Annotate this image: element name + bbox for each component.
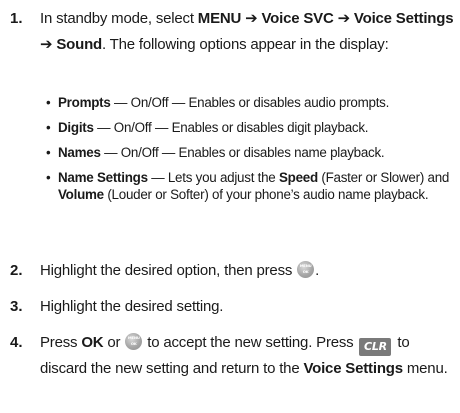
step-number: 1. xyxy=(10,10,23,27)
arrow-glyph: ➔ xyxy=(40,36,57,53)
list-item: • Prompts — On/Off — Enables or disables … xyxy=(46,94,456,111)
ok-term: OK xyxy=(81,334,104,351)
step-number: 4. xyxy=(10,334,23,351)
voice-settings-term: Voice Settings xyxy=(303,360,403,377)
option-term: Names xyxy=(58,145,101,160)
option-list: • Prompts — On/Off — Enables or disables … xyxy=(46,94,456,211)
option-description: (Louder or Softer) of your phone’s audio… xyxy=(103,187,429,202)
period: . xyxy=(315,262,320,279)
text-segment: or xyxy=(103,334,125,351)
step-number: 2. xyxy=(10,262,23,279)
text-segment: Press xyxy=(40,334,82,351)
voice-settings-term: Voice Settings xyxy=(353,10,454,27)
bullet-glyph: • xyxy=(46,170,51,185)
option-term: Name Settings xyxy=(58,170,148,185)
text-segment: menu. xyxy=(402,360,448,377)
option-term: Digits xyxy=(58,120,94,135)
bullet-glyph: • xyxy=(46,120,51,135)
step-number: 3. xyxy=(10,298,23,315)
menu-ok-key-icon: MENU OK xyxy=(125,333,143,350)
text-segment: . The following options appear in the di… xyxy=(102,36,389,53)
menu-term: MENU xyxy=(197,10,242,27)
clr-key-icon: CLR xyxy=(359,338,392,356)
step-text: In standby mode, select MENU ➔ Voice SVC… xyxy=(40,6,454,58)
volume-term: Volume xyxy=(58,187,104,202)
text-segment: Highlight the desired option, then press xyxy=(40,262,297,279)
voice-svc-term: Voice SVC xyxy=(261,10,334,27)
step-text: Highlight the desired option, then press… xyxy=(40,258,454,284)
sound-term: Sound xyxy=(56,36,102,53)
list-item: • Names — On/Off — Enables or disables na… xyxy=(46,144,456,161)
text-segment: to accept the new setting. Press xyxy=(143,334,358,351)
speed-term: Speed xyxy=(278,170,318,185)
option-description: — On/Off — Enables or disables digit pla… xyxy=(93,120,369,135)
list-item: • Name Settings — Lets you adjust the Spe… xyxy=(46,169,456,203)
menu-ok-key-icon: MENU OK xyxy=(297,261,315,278)
option-description: — On/Off — Enables or disables audio pro… xyxy=(110,95,390,110)
arrow-glyph: ➔ xyxy=(333,10,354,27)
step-text: Highlight the desired setting. xyxy=(40,298,224,315)
option-description: — Lets you adjust the xyxy=(147,170,279,185)
instruction-document: 1. In standby mode, select MENU ➔ Voice … xyxy=(0,0,460,413)
list-item: • Digits — On/Off — Enables or disables d… xyxy=(46,119,456,136)
bullet-glyph: • xyxy=(46,145,51,160)
step-text: Press OK or MENU OK to accept the new set… xyxy=(40,330,454,382)
bullet-glyph: • xyxy=(46,95,51,110)
arrow-glyph: ➔ xyxy=(241,10,262,27)
option-term: Prompts xyxy=(58,95,111,110)
option-description: — On/Off — Enables or disables name play… xyxy=(100,145,385,160)
text-segment: In standby mode, select xyxy=(40,10,198,27)
option-description: (Faster or Slower) and xyxy=(317,170,450,185)
